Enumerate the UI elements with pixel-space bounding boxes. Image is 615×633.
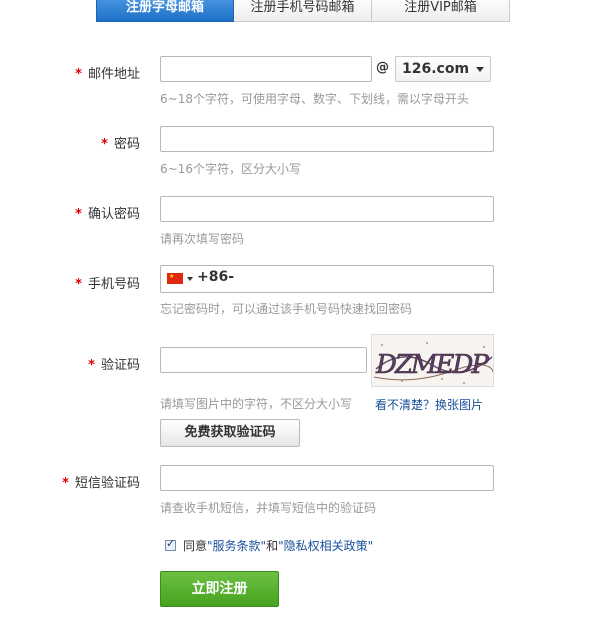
required-mark: * bbox=[75, 277, 82, 292]
at-sign: @ bbox=[376, 60, 389, 75]
sms-code-label: * 短信验证码 bbox=[0, 472, 140, 491]
email-input[interactable] bbox=[160, 56, 372, 82]
required-mark: * bbox=[75, 67, 82, 82]
captcha-input[interactable] bbox=[160, 347, 367, 373]
phone-label-text: 手机号码 bbox=[87, 277, 140, 292]
captcha-text: DZMEDP bbox=[375, 350, 489, 380]
phone-label: * 手机号码 bbox=[0, 273, 140, 292]
sms-code-hint: 请查收手机短信，并填写短信中的验证码 bbox=[160, 501, 377, 515]
agreement-text: 同意"服务条款"和"隐私权相关政策" bbox=[183, 537, 373, 554]
registration-tabs: 注册字母邮箱 注册手机号码邮箱 注册VIP邮箱 bbox=[96, 0, 510, 22]
phone-field[interactable]: ★ +86- bbox=[160, 265, 494, 293]
get-sms-code-button[interactable]: 免费获取验证码 bbox=[160, 419, 300, 447]
phone-hint: 忘记密码时，可以通过该手机号码快速找回密码 bbox=[160, 302, 413, 316]
confirm-password-label: * 确认密码 bbox=[0, 203, 140, 222]
email-label-text: 邮件地址 bbox=[87, 67, 140, 82]
chevron-down-icon bbox=[476, 67, 484, 72]
required-mark: * bbox=[62, 476, 69, 491]
email-hint: 6~18个字符，可使用字母、数字、下划线，需以字母开头 bbox=[160, 92, 469, 106]
required-mark: * bbox=[101, 137, 108, 152]
sms-code-input[interactable] bbox=[160, 465, 494, 491]
register-button[interactable]: 立即注册 bbox=[160, 571, 279, 607]
agree-prefix: 同意 bbox=[183, 539, 208, 553]
password-hint: 6~16个字符，区分大小写 bbox=[160, 162, 301, 176]
terms-link[interactable]: "服务条款" bbox=[207, 539, 266, 553]
china-flag-icon[interactable]: ★ bbox=[167, 273, 183, 284]
agree-checkbox[interactable] bbox=[165, 537, 176, 551]
country-code: +86- bbox=[197, 269, 235, 285]
captcha-image[interactable]: DZMEDP bbox=[371, 334, 494, 387]
agree-and: 和 bbox=[266, 539, 279, 553]
email-label: * 邮件地址 bbox=[0, 63, 140, 82]
privacy-link[interactable]: "隐私权相关政策" bbox=[278, 539, 373, 553]
required-mark: * bbox=[88, 358, 95, 373]
captcha-noise: DZMEDP bbox=[373, 342, 493, 384]
chevron-down-icon[interactable] bbox=[187, 277, 193, 281]
required-mark: * bbox=[75, 207, 82, 222]
confirm-password-hint: 请再次填写密码 bbox=[160, 232, 245, 246]
confirm-password-label-text: 确认密码 bbox=[87, 207, 140, 222]
email-domain-select[interactable]: 126.com bbox=[395, 56, 491, 82]
confirm-password-input[interactable] bbox=[160, 196, 494, 222]
tab-vip-email[interactable]: 注册VIP邮箱 bbox=[372, 0, 510, 22]
password-label: * 密码 bbox=[0, 133, 140, 152]
captcha-label-text: 验证码 bbox=[100, 358, 140, 373]
captcha-hint: 请填写图片中的字符，不区分大小写 bbox=[160, 397, 353, 411]
email-domain-value: 126.com bbox=[402, 61, 470, 77]
password-input[interactable] bbox=[160, 126, 494, 152]
tab-letter-email[interactable]: 注册字母邮箱 bbox=[96, 0, 234, 22]
captcha-label: * 验证码 bbox=[0, 354, 140, 373]
sms-code-label-text: 短信验证码 bbox=[74, 476, 140, 491]
password-label-text: 密码 bbox=[113, 137, 140, 152]
refresh-captcha-link[interactable]: 看不清楚？换张图片 bbox=[375, 396, 483, 413]
tab-phone-email[interactable]: 注册手机号码邮箱 bbox=[234, 0, 372, 22]
